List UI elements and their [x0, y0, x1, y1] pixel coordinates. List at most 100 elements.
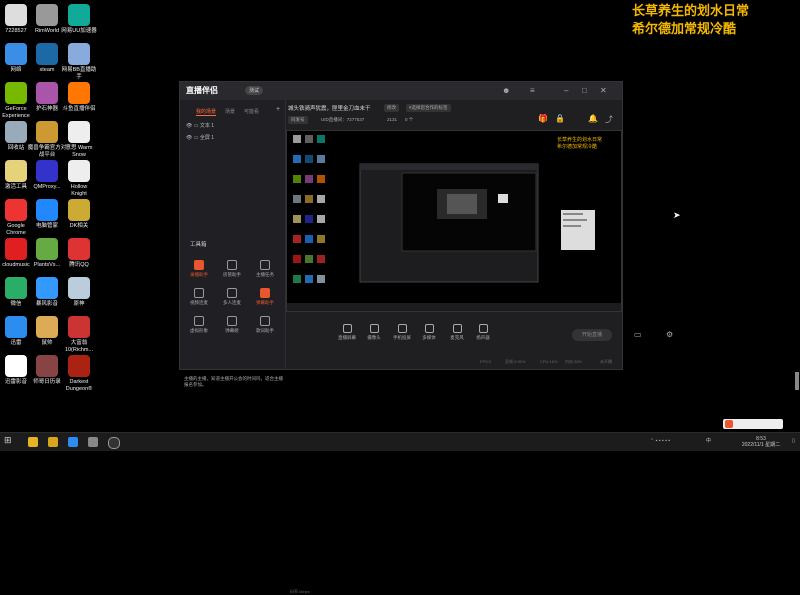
- tool-icon: [194, 260, 204, 270]
- clock[interactable]: 8:53 2022/11/1 星期二: [732, 436, 790, 448]
- tool-icon: [194, 316, 204, 326]
- tool-button[interactable]: 房管助手: [219, 260, 245, 278]
- recycle-bin-icon: [5, 121, 27, 143]
- source-icon: [397, 324, 407, 333]
- tray-icons[interactable]: ⌃ ▪ ▪ ▪ ▪ ▪: [650, 438, 670, 444]
- source-button[interactable]: 手机投屏: [389, 324, 415, 341]
- settings-icon[interactable]: ⚙: [666, 330, 673, 339]
- douyu-icon: [68, 82, 90, 104]
- desktop-icon-label: 原神: [73, 301, 85, 307]
- darkest-dungeon-icon: [68, 355, 90, 377]
- start-icon[interactable]: ⊞: [4, 435, 14, 445]
- baofeng-icon: [36, 277, 58, 299]
- tab-my-scene[interactable]: 我的场景: [196, 108, 217, 116]
- app-logo: 直播伴侣: [186, 86, 218, 95]
- minimize-icon[interactable]: –: [564, 86, 568, 95]
- desktop-icon[interactable]: 原神: [59, 277, 99, 308]
- tool-icon: [194, 288, 204, 298]
- tool-icon: [227, 260, 237, 270]
- tab-may-watch[interactable]: 可能看: [244, 108, 259, 115]
- tool-button[interactable]: 弹幕助手: [252, 288, 278, 306]
- stream-preview[interactable]: 长草养生的划水日常 希尔德加常规冷酷: [286, 130, 622, 312]
- scene-item[interactable]: 👁 ▭ 文本 1: [186, 122, 214, 129]
- desktop-icon[interactable]: Hollow Knight: [59, 160, 99, 197]
- source-button[interactable]: 麦克风: [444, 324, 470, 341]
- document-icon: [68, 121, 90, 143]
- scene-sidebar: 我的场景 场景 可能看 + 👁 ▭ 文本 1 👁 ▭ 全屏 1 工具箱 录播助手…: [180, 100, 286, 387]
- live-companion-taskbar-icon[interactable]: [108, 437, 120, 449]
- desktop-icon-label: 意思 Warm Snow: [65, 145, 93, 158]
- bell-icon[interactable]: 🔔: [588, 114, 598, 123]
- tool-label: 弹幕姬: [225, 328, 239, 333]
- store-icon[interactable]: [88, 437, 98, 447]
- edit-title-chip[interactable]: 修改: [384, 104, 399, 112]
- tool-button[interactable]: 主播任务: [252, 260, 278, 278]
- desktop-icon[interactable]: 网易UU加速器: [59, 4, 99, 35]
- source-button[interactable]: 扬声器: [470, 324, 496, 341]
- input-method-bar[interactable]: [723, 419, 783, 429]
- gear-app-icon: [36, 82, 58, 104]
- menu-icon[interactable]: ≡: [530, 86, 535, 95]
- folder-icon[interactable]: [48, 437, 58, 447]
- desktop-icon[interactable]: 腾讯QQ: [59, 238, 99, 269]
- desktop-icon[interactable]: DK相关: [59, 199, 99, 230]
- maximize-icon[interactable]: □: [582, 86, 587, 95]
- tool-button[interactable]: 弹幕姬: [219, 316, 245, 334]
- desktop-icon[interactable]: 大富翁10(Richm...: [59, 316, 99, 353]
- desktop-icon[interactable]: 意思 Warm Snow: [59, 121, 99, 158]
- tab-scene[interactable]: 场景: [225, 108, 235, 115]
- taskbar: ⊞ ⌃ ▪ ▪ ▪ ▪ ▪ 中 8:53 2022/11/1 星期二 ▯: [0, 432, 800, 451]
- stream-title[interactable]: 城头铁骑声犹震，匣里金刀血未干: [288, 104, 371, 112]
- desktop-icon[interactable]: 网易BB直播助手: [59, 43, 99, 80]
- side-scroll-handle[interactable]: [795, 372, 799, 390]
- desktop-icon[interactable]: Darkest Dungeon®: [59, 355, 99, 392]
- tag-chip[interactable]: #选择您合作的标签: [406, 104, 451, 112]
- add-scene-icon[interactable]: +: [276, 106, 280, 113]
- toolbox-title: 工具箱: [190, 242, 207, 248]
- status-item: FPS:0: [480, 359, 492, 364]
- close-icon[interactable]: ✕: [600, 86, 607, 95]
- avatar-icon[interactable]: ☻: [502, 86, 510, 95]
- uu-accelerator-icon: [68, 4, 90, 26]
- xunlei-taskbar-icon[interactable]: [68, 437, 78, 447]
- overlay-line-2: 希尔德加常规冷酷: [632, 21, 737, 36]
- genshin-icon: [68, 277, 90, 299]
- share-icon[interactable]: ⤴: [605, 114, 613, 125]
- source-icon: [478, 324, 488, 333]
- warcraft-icon: [36, 121, 58, 143]
- source-icon: [342, 324, 352, 333]
- notification-icon[interactable]: ▯: [792, 438, 795, 444]
- lock-icon[interactable]: 🔒: [555, 114, 565, 123]
- desktop-icon[interactable]: 斗鱼直播伴侣: [59, 82, 99, 113]
- tool-button[interactable]: 多人连麦: [219, 288, 245, 306]
- plants-icon: [36, 238, 58, 260]
- start-live-button[interactable]: 开始直播: [572, 329, 612, 341]
- tool-label: 弹幕助手: [256, 300, 274, 305]
- dk-icon: [68, 199, 90, 221]
- live-companion-window[interactable]: 直播伴侣 测试 ☻ ≡ – □ ✕ 我的场景 场景 可能看 + 👁 ▭ 文本 1…: [179, 81, 673, 594]
- tool-button[interactable]: 歌词助手: [252, 316, 278, 334]
- tool-button[interactable]: 录播助手: [186, 260, 212, 278]
- window-titlebar[interactable]: 直播伴侣 测试 ☻ ≡ – □ ✕: [180, 82, 622, 100]
- file-explorer-icon[interactable]: [28, 437, 38, 447]
- tool-label: 主播任务: [256, 272, 274, 277]
- gift-icon[interactable]: 🎁: [538, 114, 548, 123]
- tool-button[interactable]: 视频连麦: [186, 288, 212, 306]
- scene-item[interactable]: 👁 ▭ 全屏 1: [186, 134, 214, 141]
- source-button[interactable]: 多媒体: [416, 324, 442, 341]
- stat-item: 同发号: [288, 116, 308, 124]
- file-icon: [5, 160, 27, 182]
- source-button[interactable]: 摄像头: [361, 324, 387, 341]
- source-icon: [424, 324, 434, 333]
- source-button[interactable]: 直播屏幕: [334, 324, 360, 341]
- clock-date: 2022/11/1 星期二: [741, 442, 781, 448]
- input-language[interactable]: 中: [706, 438, 711, 444]
- camera-settings-icon[interactable]: ▭: [634, 330, 642, 339]
- tool-button[interactable]: 虚拟形象: [186, 316, 212, 334]
- status-item: 内存:28%: [565, 359, 583, 364]
- qmproxy-icon: [36, 160, 58, 182]
- scene-label: 全屏 1: [199, 135, 215, 141]
- desktop-icon-label: Darkest Dungeon®: [65, 379, 93, 392]
- nvidia-icon: [5, 82, 27, 104]
- source-label: 多媒体: [422, 335, 436, 340]
